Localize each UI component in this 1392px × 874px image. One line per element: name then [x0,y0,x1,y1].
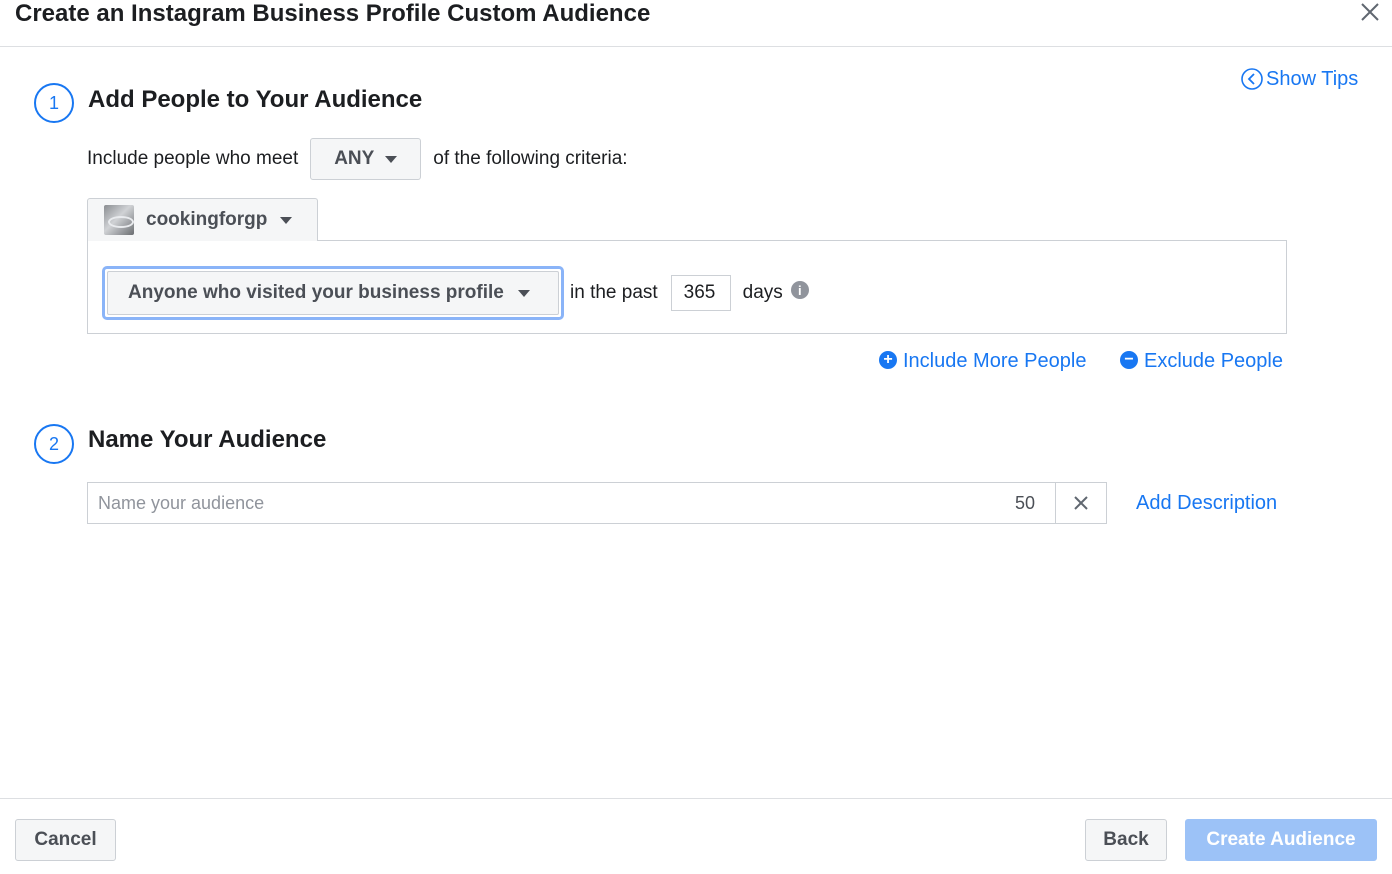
caret-down-icon [517,289,530,297]
exclude-people-link[interactable]: − Exclude People [1120,350,1283,373]
criteria-row: Include people who meet ANY of the follo… [87,138,628,180]
rule-box: Anyone who visited your business profile… [87,240,1287,334]
cancel-button[interactable]: Cancel [15,819,116,861]
match-mode-dropdown[interactable]: ANY [310,138,422,180]
include-more-people-link[interactable]: + Include More People [879,350,1086,373]
account-name: cookingforgp [146,209,268,230]
rule-type-dropdown-focus: Anyone who visited your business profile [102,266,564,320]
dialog-title: Create an Instagram Business Profile Cus… [15,0,651,27]
step-number-2: 2 [34,424,74,464]
dialog-header: Create an Instagram Business Profile Cus… [0,0,1392,47]
plus-circle-icon: + [879,350,897,369]
audience-name-field: 50 [87,482,1107,524]
custom-audience-dialog: Create an Instagram Business Profile Cus… [0,0,1392,874]
rule-type-value: Anyone who visited your business profile [128,282,504,303]
caret-down-icon [385,155,398,163]
include-more-label: Include More People [903,350,1087,372]
include-prefix-text: Include people who meet [87,148,299,169]
in-the-past-text: in the past [570,282,658,303]
include-suffix-text: of the following criteria: [433,148,628,169]
char-count: 50 [1015,492,1036,513]
minus-circle-icon: − [1120,350,1138,369]
account-selector[interactable]: cookingforgp [87,198,318,241]
account-avatar [104,205,134,235]
info-icon[interactable]: i [790,281,809,299]
days-input[interactable] [670,275,731,311]
chevron-left-circle-icon [1240,67,1264,91]
exclude-label: Exclude People [1144,350,1283,372]
step1-title: Add People to Your Audience [88,86,423,113]
step-number-1: 1 [34,83,74,123]
back-button[interactable]: Back [1085,819,1167,861]
audience-name-input[interactable] [88,483,1015,523]
days-label: days [742,282,783,303]
add-description-link[interactable]: Add Description [1136,492,1277,515]
rule-row: Anyone who visited your business profile… [102,266,809,320]
clear-x-icon[interactable] [1055,483,1106,523]
show-tips-label: Show Tips [1266,67,1359,90]
match-mode-value: ANY [334,148,375,169]
show-tips-link[interactable]: Show Tips [1240,67,1358,91]
caret-down-icon [280,216,293,224]
create-audience-button[interactable]: Create Audience [1185,819,1377,861]
rule-type-dropdown[interactable]: Anyone who visited your business profile [107,271,559,315]
step2-title: Name Your Audience [88,426,327,453]
dialog-footer: Cancel Back Create Audience [0,798,1392,874]
close-icon[interactable] [1358,0,1382,24]
